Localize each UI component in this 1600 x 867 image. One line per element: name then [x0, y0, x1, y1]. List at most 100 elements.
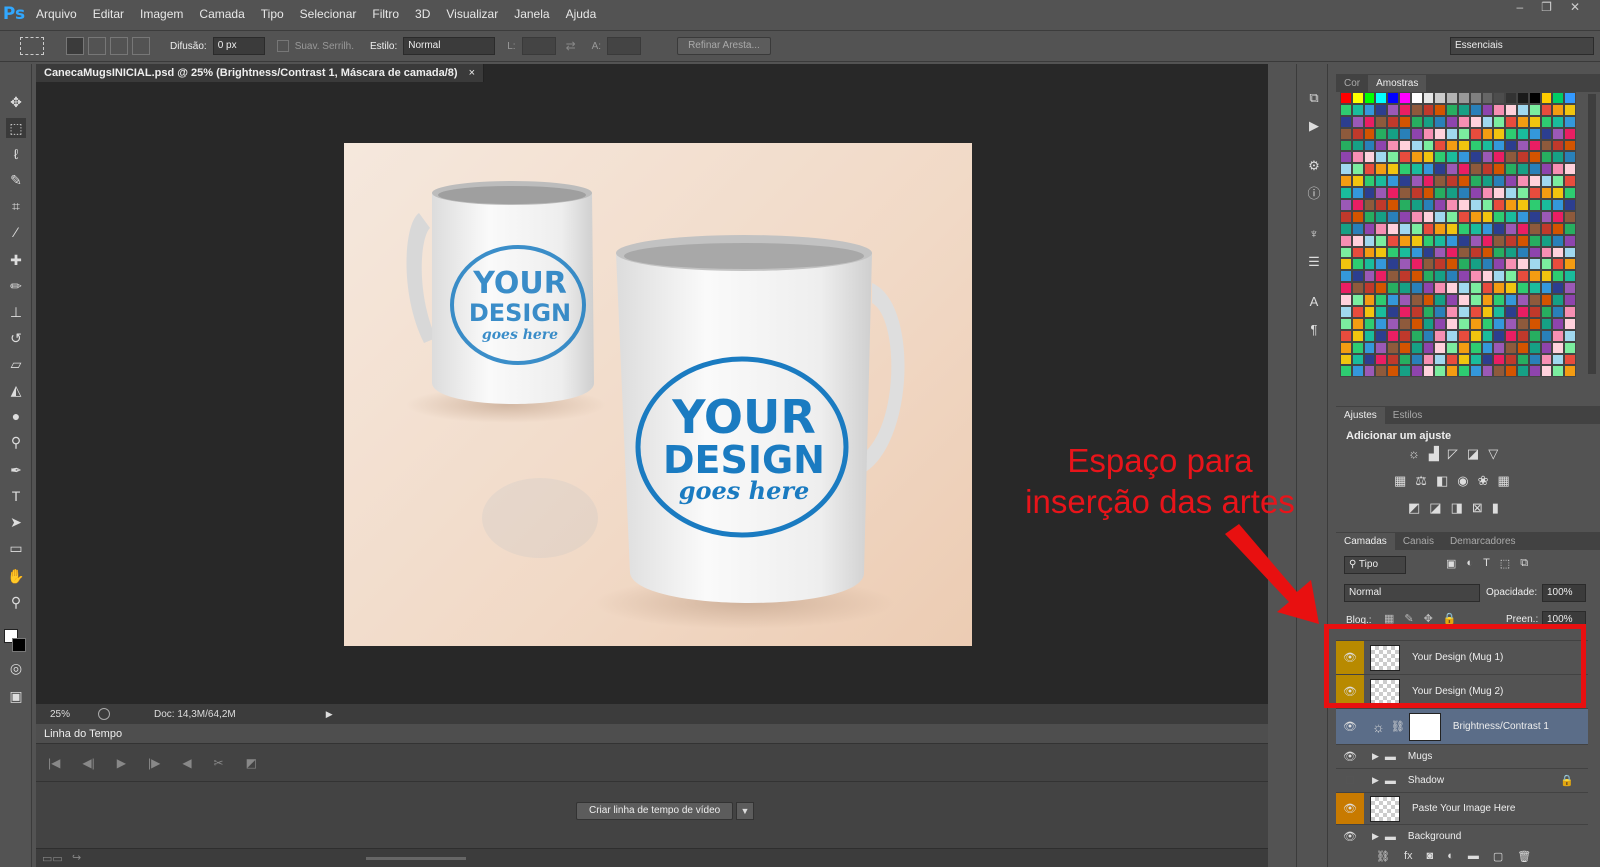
color-swatch[interactable] — [1493, 341, 1506, 354]
color-swatch[interactable] — [1399, 151, 1411, 164]
color-swatch[interactable] — [1493, 151, 1506, 164]
color-swatch[interactable] — [1410, 210, 1423, 223]
color-swatch[interactable] — [1410, 282, 1423, 295]
zoom-tool-icon[interactable]: ⚲ — [6, 592, 26, 612]
restore-button[interactable]: ❐ — [1541, 0, 1552, 20]
color-swatch[interactable] — [1517, 258, 1529, 271]
color-swatch[interactable] — [1434, 329, 1447, 342]
opacity-input[interactable]: 100% — [1542, 584, 1586, 602]
color-swatch[interactable] — [1505, 139, 1517, 152]
color-swatch[interactable] — [1410, 222, 1423, 235]
menu-editar[interactable]: Editar — [85, 0, 132, 28]
color-swatch[interactable] — [1351, 329, 1364, 342]
eyedropper-tool-icon[interactable]: ⁄ — [6, 222, 26, 242]
menu-tipo[interactable]: Tipo — [253, 0, 292, 28]
delete-layer-icon[interactable]: 🗑 — [1517, 850, 1531, 863]
eraser-tool-icon[interactable]: ▱ — [6, 354, 26, 374]
color-swatch[interactable] — [1481, 175, 1494, 188]
color-swatch[interactable] — [1446, 353, 1458, 366]
color-swatch[interactable] — [1458, 187, 1470, 200]
color-swatch[interactable] — [1422, 353, 1435, 366]
color-swatch[interactable] — [1458, 127, 1470, 140]
expand-arrow-icon[interactable]: ▶ — [1372, 775, 1379, 786]
color-swatch[interactable] — [1469, 222, 1482, 235]
color-swatch[interactable] — [1351, 234, 1364, 247]
color-swatch[interactable] — [1340, 151, 1352, 164]
color-swatch[interactable] — [1434, 317, 1447, 330]
color-swatch[interactable] — [1410, 294, 1423, 307]
layer-visibility-eye-icon[interactable]: 👁 — [1336, 720, 1364, 733]
color-swatch[interactable] — [1528, 210, 1541, 223]
color-swatch[interactable] — [1552, 103, 1565, 116]
color-swatch[interactable] — [1446, 210, 1458, 223]
color-swatch[interactable] — [1446, 306, 1458, 318]
color-swatch[interactable] — [1446, 103, 1458, 116]
color-swatch[interactable] — [1458, 151, 1470, 164]
timeline-mode-dropdown-icon[interactable]: ▼ — [736, 802, 754, 820]
color-swatch[interactable] — [1351, 270, 1364, 283]
color-swatch[interactable] — [1422, 341, 1435, 354]
lasso-tool-icon[interactable]: ℓ — [6, 144, 26, 164]
color-swatch[interactable] — [1422, 282, 1435, 295]
color-swatch[interactable] — [1552, 365, 1565, 378]
color-swatch[interactable] — [1481, 234, 1494, 247]
color-swatch[interactable] — [1422, 246, 1435, 259]
color-swatch[interactable] — [1422, 294, 1435, 307]
color-swatch[interactable] — [1446, 270, 1458, 283]
color-swatch[interactable] — [1481, 317, 1494, 330]
color-swatch[interactable] — [1446, 222, 1458, 235]
color-swatch[interactable] — [1410, 151, 1423, 164]
color-swatch[interactable] — [1481, 92, 1494, 104]
color-swatch[interactable] — [1458, 92, 1470, 104]
blur-tool-icon[interactable]: ● — [6, 406, 26, 426]
color-swatch[interactable] — [1540, 127, 1553, 140]
color-swatch[interactable] — [1363, 222, 1376, 235]
color-swatch[interactable] — [1552, 139, 1565, 152]
color-swatch[interactable] — [1564, 115, 1576, 128]
color-swatch[interactable] — [1351, 199, 1364, 211]
color-swatch[interactable] — [1493, 294, 1506, 307]
color-swatch[interactable] — [1517, 151, 1529, 164]
color-swatch[interactable] — [1505, 222, 1517, 235]
color-swatch[interactable] — [1434, 163, 1447, 176]
color-swatch[interactable] — [1375, 92, 1388, 104]
color-swatch[interactable] — [1399, 127, 1411, 140]
color-swatch[interactable] — [1458, 222, 1470, 235]
add-selection-icon[interactable] — [88, 37, 106, 55]
color-swatch[interactable] — [1517, 175, 1529, 188]
color-swatch[interactable] — [1399, 270, 1411, 283]
color-swatch[interactable] — [1422, 210, 1435, 223]
color-swatch[interactable] — [1564, 329, 1576, 342]
color-swatch[interactable] — [1528, 103, 1541, 116]
color-swatch[interactable] — [1564, 270, 1576, 283]
color-swatch[interactable] — [1422, 163, 1435, 176]
layer-group-mugs[interactable]: 👁 ▶ ▬ Mugs — [1336, 744, 1588, 768]
color-swatch[interactable] — [1387, 341, 1399, 354]
color-swatch[interactable] — [1340, 306, 1352, 318]
color-swatch[interactable] — [1434, 187, 1447, 200]
color-swatch[interactable] — [1410, 163, 1423, 176]
color-swatch[interactable] — [1505, 317, 1517, 330]
color-swatch[interactable] — [1363, 306, 1376, 318]
close-tab-icon[interactable]: × — [469, 67, 475, 79]
color-swatch[interactable] — [1552, 306, 1565, 318]
layer-visibility-empty[interactable]: ☐ — [1336, 774, 1364, 787]
status-menu-arrow-icon[interactable]: ▶ — [326, 709, 333, 720]
color-swatch[interactable] — [1399, 341, 1411, 354]
color-swatch[interactable] — [1564, 151, 1576, 164]
blend-mode-select[interactable]: Normal — [1344, 584, 1480, 602]
color-swatch[interactable] — [1351, 258, 1364, 271]
color-swatch[interactable] — [1399, 92, 1411, 104]
color-swatch[interactable] — [1387, 234, 1399, 247]
color-swatch[interactable] — [1446, 199, 1458, 211]
color-swatch[interactable] — [1469, 92, 1482, 104]
color-swatch[interactable] — [1446, 341, 1458, 354]
color-swatch[interactable] — [1434, 353, 1447, 366]
color-swatch[interactable] — [1458, 341, 1470, 354]
color-swatch[interactable] — [1340, 317, 1352, 330]
vibrance-icon[interactable]: ▽ — [1488, 446, 1498, 462]
layer-group-background[interactable]: 👁 ▶ ▬ Background — [1336, 824, 1588, 848]
color-swatch[interactable] — [1469, 234, 1482, 247]
play-icon[interactable]: ▶ — [117, 756, 126, 770]
color-swatch[interactable] — [1410, 103, 1423, 116]
